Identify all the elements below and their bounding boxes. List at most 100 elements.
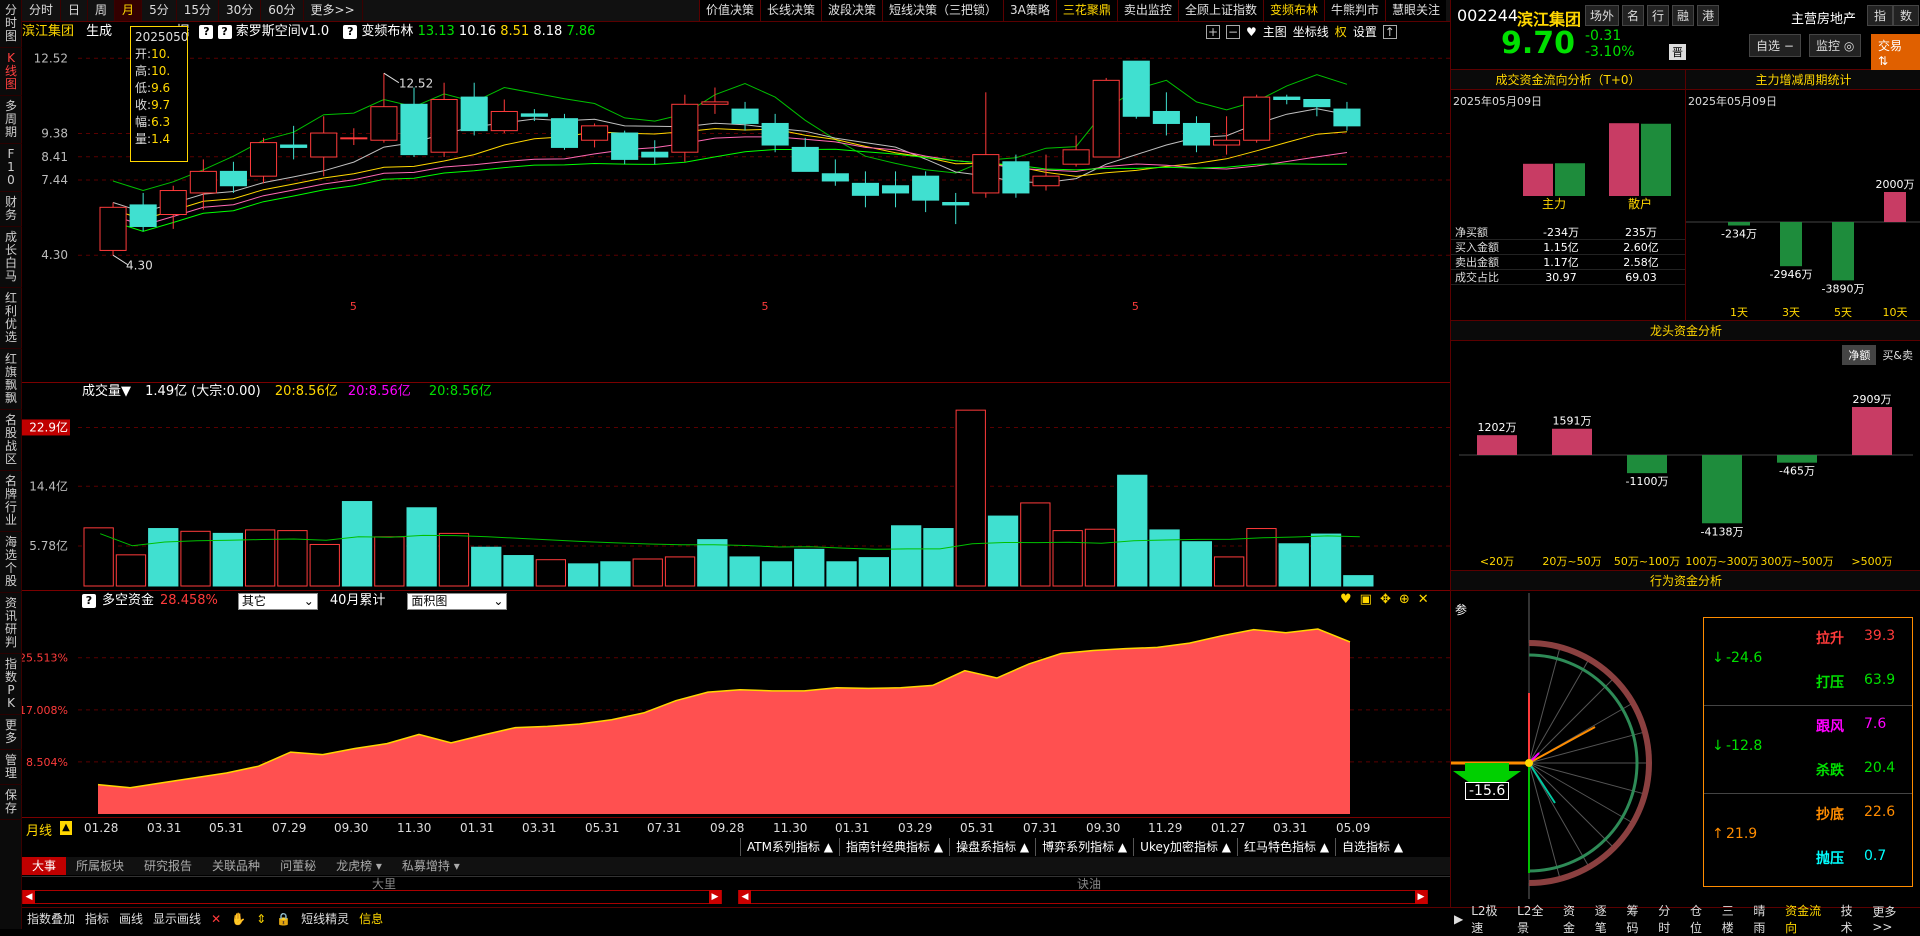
- strategy-button[interactable]: 3A策略: [1003, 0, 1056, 21]
- status-item[interactable]: 指标: [80, 910, 114, 927]
- help-icon[interactable]: ?: [82, 594, 96, 608]
- status-item[interactable]: ✋: [226, 912, 251, 926]
- sidebar-item[interactable]: 更多: [0, 715, 22, 750]
- warning-icon[interactable]: ▲: [60, 821, 72, 835]
- pin-icon[interactable]: ✥: [1380, 592, 1391, 607]
- strategy-button[interactable]: 长线决策: [760, 0, 822, 21]
- status-item[interactable]: ⇕: [251, 912, 271, 926]
- stock-tag[interactable]: 名: [1622, 5, 1645, 26]
- right-status-item[interactable]: 分时: [1654, 902, 1686, 936]
- sidebar-item[interactable]: 名牌行业: [0, 471, 22, 532]
- info-tab[interactable]: 关联品种: [202, 857, 270, 875]
- volume-chart[interactable]: 22.9亿 14.4亿 5.78亿 ♡ ▣ ⊕: [22, 400, 1450, 590]
- period-tab[interactable]: 月: [115, 0, 143, 21]
- sidebar-item[interactable]: 多周期: [0, 96, 22, 144]
- status-item[interactable]: 画线: [114, 910, 148, 927]
- help-icon[interactable]: ?: [199, 25, 214, 39]
- indicator-name[interactable]: 索罗斯空间v1.0: [236, 24, 329, 39]
- period-tab[interactable]: 15分: [177, 0, 219, 21]
- info-tab[interactable]: 龙虎榜 ▾: [326, 857, 392, 875]
- sidebar-item[interactable]: 资讯研判: [0, 593, 22, 654]
- sidebar-item[interactable]: 财务: [0, 192, 22, 227]
- status-item[interactable]: 🔒: [271, 912, 296, 926]
- trade-button[interactable]: 交易 ⇅: [1871, 34, 1920, 71]
- indicator-menu[interactable]: 指南针经典指标 ▲: [839, 838, 949, 856]
- scroll-left-icon[interactable]: ◀: [23, 890, 35, 904]
- right-status-item[interactable]: 仓位: [1686, 902, 1718, 936]
- indicator-menu[interactable]: Ukey加密指标 ▲: [1133, 838, 1237, 856]
- scroll-left-icon[interactable]: ◀: [739, 890, 751, 904]
- right-status-item[interactable]: ▶: [1450, 912, 1467, 926]
- stock-tag[interactable]: 场外: [1585, 5, 1620, 26]
- scrollbar-left[interactable]: ◀ ▶: [22, 890, 722, 904]
- zoom-icon[interactable]: ⊕: [1399, 592, 1410, 607]
- status-item[interactable]: ✕: [206, 912, 226, 926]
- right-status-item[interactable]: L2极速: [1467, 902, 1513, 936]
- sidebar-item[interactable]: 成长白马: [0, 227, 22, 288]
- settings-button[interactable]: 设置: [1353, 23, 1377, 41]
- period-tab[interactable]: 更多>>: [304, 0, 363, 21]
- strategy-button[interactable]: 三花聚鼎: [1055, 0, 1117, 21]
- indicator-menu[interactable]: 博弈系列指标 ▲: [1035, 838, 1133, 856]
- right-status-item[interactable]: 逐笔: [1591, 902, 1623, 936]
- status-item[interactable]: 指数叠加: [22, 910, 80, 927]
- scroll-right-icon[interactable]: ▶: [709, 890, 721, 904]
- sidebar-item[interactable]: 红利优选: [0, 288, 22, 349]
- status-item[interactable]: 显示画线: [148, 910, 206, 927]
- duokong-chart[interactable]: 25.513% 17.008% 8.504%: [22, 610, 1450, 817]
- period-tab[interactable]: 周: [88, 0, 116, 21]
- scrollbar-right[interactable]: ◀ ▶: [738, 890, 1428, 904]
- heart-icon[interactable]: ♥: [1246, 23, 1257, 41]
- indicator-menu[interactable]: 红马特色指标 ▲: [1237, 838, 1335, 856]
- strategy-button[interactable]: 慧眼关注: [1384, 0, 1446, 21]
- scroll-right-icon[interactable]: ▶: [1415, 890, 1427, 904]
- sidebar-item[interactable]: F10: [0, 144, 22, 192]
- info-tab[interactable]: 所属板块: [66, 857, 134, 875]
- right-status-item[interactable]: 资金流向: [1781, 902, 1836, 936]
- close-icon[interactable]: ✕: [1418, 592, 1429, 607]
- period-tab[interactable]: 日: [61, 0, 89, 21]
- index-button[interactable]: 指: [1867, 5, 1894, 26]
- period-tab[interactable]: 分时: [22, 0, 62, 21]
- period-tab[interactable]: 5分: [142, 0, 177, 21]
- strategy-button[interactable]: 全顾上证指数: [1177, 0, 1263, 21]
- coord-line-button[interactable]: 坐标线: [1293, 23, 1329, 41]
- status-item[interactable]: 信息: [354, 910, 388, 927]
- settings-icon[interactable]: ▣: [1360, 592, 1372, 607]
- period-tab[interactable]: 60分: [261, 0, 304, 21]
- right-status-item[interactable]: 更多>>: [1868, 903, 1920, 934]
- help-icon[interactable]: ?: [343, 25, 358, 39]
- indicator-menu[interactable]: ATM系列指标 ▲: [740, 838, 839, 856]
- indicator-menu[interactable]: 自选指标 ▲: [1335, 838, 1409, 856]
- right-status-item[interactable]: L2全景: [1513, 902, 1559, 936]
- add-watchlist-button[interactable]: 自选 −: [1749, 34, 1801, 57]
- plus-icon[interactable]: +: [1206, 25, 1220, 39]
- sidebar-item[interactable]: 名股战区: [0, 410, 22, 471]
- strategy-button[interactable]: 变频布林: [1262, 0, 1324, 21]
- status-item[interactable]: 短线精灵: [296, 910, 354, 927]
- sidebar-item[interactable]: 红旗飘飘: [0, 349, 22, 410]
- sidebar-item[interactable]: K线图: [0, 48, 22, 96]
- stock-tag[interactable]: 融: [1672, 5, 1695, 26]
- heart-icon[interactable]: ♥: [1340, 592, 1352, 607]
- monitor-button[interactable]: 监控 ◎: [1809, 34, 1862, 57]
- info-tab[interactable]: 私募增持 ▾: [392, 857, 470, 875]
- stock-tag[interactable]: 行: [1647, 5, 1670, 26]
- sidebar-item[interactable]: 指数PK: [0, 654, 22, 715]
- period-tab[interactable]: 30分: [219, 0, 262, 21]
- strategy-button[interactable]: 波段决策: [821, 0, 883, 21]
- info-tab[interactable]: 问董秘: [270, 857, 326, 875]
- right-status-item[interactable]: 三楼: [1718, 902, 1750, 936]
- strategy-button[interactable]: 价值决策: [698, 0, 760, 21]
- sidebar-item[interactable]: 管理: [0, 750, 22, 785]
- strategy-button[interactable]: 卖出监控: [1116, 0, 1178, 21]
- help-icon[interactable]: ?: [217, 25, 232, 39]
- stock-tag[interactable]: 港: [1697, 5, 1720, 26]
- right-status-item[interactable]: 资金: [1559, 902, 1591, 936]
- strategy-button[interactable]: 短线决策（三把锁）: [882, 0, 1004, 21]
- sidebar-item[interactable]: 保存: [0, 785, 22, 820]
- info-tab[interactable]: 大事: [22, 857, 67, 875]
- sidebar-item[interactable]: 分时图: [0, 0, 22, 48]
- right-status-item[interactable]: 筹码: [1622, 902, 1654, 936]
- right-status-item[interactable]: 技术: [1837, 902, 1869, 936]
